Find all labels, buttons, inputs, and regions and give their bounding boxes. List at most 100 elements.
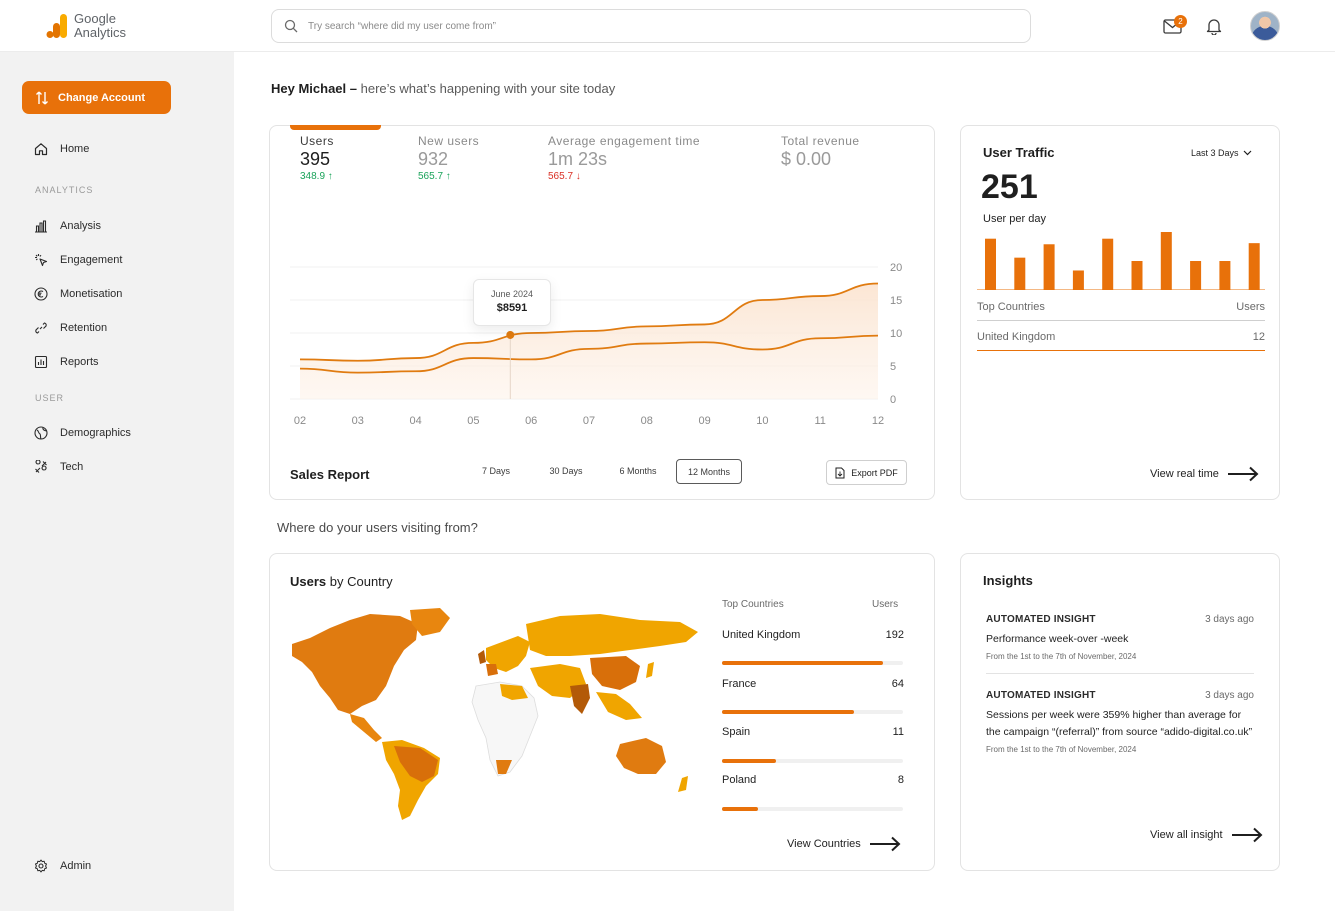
range-dropdown[interactable]: Last 3 Days — [1191, 148, 1252, 158]
sidebar-label-admin: Admin — [60, 860, 92, 872]
search-input[interactable] — [308, 20, 908, 32]
range-12-months[interactable]: 12 Months — [676, 459, 742, 484]
divider — [977, 320, 1265, 321]
greeting: Hey Michael – here’s what’s happening wi… — [271, 81, 615, 96]
metric-label: New users — [418, 134, 480, 148]
map-region-japan — [646, 662, 654, 678]
divider — [977, 350, 1265, 351]
insight-time: 3 days ago — [1205, 690, 1254, 701]
user-traffic-value: 251 — [981, 168, 1038, 206]
visit-question: Where do your users visiting from? — [277, 520, 478, 535]
sidebar-label-analysis: Analysis — [60, 220, 101, 232]
y-tick-label: 20 — [890, 262, 902, 274]
x-tick-label: 06 — [525, 415, 537, 427]
insights-card: Insights AUTOMATED INSIGHT 3 days ago Pe… — [960, 553, 1280, 871]
arrow-right-icon — [869, 836, 901, 852]
traffic-row-country: United Kingdom — [977, 331, 1056, 343]
change-account-button[interactable]: Change Account — [22, 81, 171, 114]
country-row[interactable]: Poland 8 — [722, 774, 904, 786]
users-by-country-title: Users by Country — [290, 574, 393, 589]
user-traffic-card: User Traffic Last 3 Days 251 User per da… — [960, 125, 1280, 500]
metric-value: 395 — [300, 149, 331, 169]
traffic-bar — [985, 238, 996, 290]
link-icon — [35, 322, 47, 334]
view-real-time-link[interactable]: View real time — [1150, 466, 1259, 482]
country-name: Spain — [722, 726, 751, 738]
bell-icon[interactable] — [1206, 17, 1222, 35]
sidebar-item-analysis[interactable]: Analysis — [34, 219, 101, 233]
insight-text: Performance week-over -week — [986, 633, 1129, 645]
sidebar-item-demographics[interactable]: Demographics — [34, 426, 131, 440]
country-row[interactable]: Spain 11 — [722, 726, 904, 738]
sidebar-label-reports: Reports — [60, 356, 99, 368]
insight-time: 3 days ago — [1205, 614, 1254, 625]
section-label-user: USER — [35, 393, 65, 403]
range-7-days[interactable]: 7 Days — [473, 459, 519, 484]
map-region-australia — [616, 738, 666, 774]
traffic-bar — [1072, 270, 1084, 290]
sidebar-label-monetisation: Monetisation — [60, 288, 123, 300]
insight-item[interactable]: AUTOMATED INSIGHT 3 days ago Performance… — [986, 614, 1254, 661]
traffic-col-country: Top Countries — [977, 301, 1045, 313]
sidebar-item-monetisation[interactable]: Monetisation — [34, 287, 122, 301]
view-real-time-label: View real time — [1150, 468, 1219, 480]
metric-value: 932 — [418, 149, 449, 169]
sidebar-item-admin[interactable]: Admin — [34, 859, 91, 873]
sidebar-item-engagement[interactable]: Engagement — [34, 253, 122, 267]
country-row[interactable]: France 64 — [722, 678, 904, 690]
metric-value: 1m 23s — [548, 149, 608, 169]
user-traffic-bar-chart — [977, 232, 1265, 290]
search-bar[interactable] — [271, 9, 1031, 43]
report-icon — [34, 355, 48, 369]
divider — [986, 673, 1254, 674]
metric-new-users[interactable]: New users 932 565.7 ↑ — [418, 134, 479, 182]
view-countries-link[interactable]: View Countries — [787, 836, 901, 852]
country-users: 192 — [885, 629, 904, 641]
metric-engagement-time[interactable]: Average engagement time 1m 23s 565.7 ↓ — [548, 134, 700, 182]
metric-users[interactable]: Users 395 348.9 ↑ — [300, 134, 334, 182]
traffic-table-row[interactable]: United Kingdom 12 — [977, 331, 1265, 343]
x-tick-label: 02 — [294, 415, 306, 427]
traffic-bar — [1160, 232, 1172, 290]
x-tick-label: 07 — [583, 415, 595, 427]
insight-item[interactable]: AUTOMATED INSIGHT 3 days ago Sessions pe… — [986, 690, 1254, 754]
sidebar-item-reports[interactable]: Reports — [34, 355, 99, 369]
avatar[interactable] — [1250, 11, 1280, 41]
sidebar-label-tech: Tech — [60, 461, 84, 473]
swap-icon — [36, 91, 48, 104]
country-share-bar — [722, 661, 903, 665]
range-30-days[interactable]: 30 Days — [542, 459, 590, 484]
traffic-bar — [1131, 261, 1143, 290]
range-dropdown-label: Last 3 Days — [1191, 148, 1239, 158]
export-pdf-button[interactable]: Export PDF — [826, 460, 907, 485]
y-tick-label: 0 — [890, 394, 896, 406]
view-all-insight-label: View all insight — [1150, 829, 1223, 841]
x-tick-label: 11 — [814, 415, 825, 427]
view-all-insight-link[interactable]: View all insight — [1150, 827, 1263, 843]
map-region-china — [590, 656, 640, 690]
logo[interactable]: Google Analytics — [46, 12, 126, 40]
x-tick-label: 05 — [467, 415, 479, 427]
sidebar-item-retention[interactable]: Retention — [34, 321, 107, 335]
metric-change: 565.7 ↑ — [418, 171, 451, 182]
y-tick-label: 5 — [890, 361, 896, 373]
top-bar: Google Analytics 2 — [0, 0, 1335, 52]
country-share-bar — [722, 710, 903, 714]
logo-line-2: Analytics — [74, 25, 127, 40]
traffic-bar — [1102, 238, 1114, 290]
x-tick-label: 12 — [872, 415, 884, 427]
sidebar-item-tech[interactable]: Tech — [34, 460, 83, 474]
view-countries-label: View Countries — [787, 838, 861, 850]
sidebar-item-home[interactable]: Home — [34, 142, 89, 156]
user-traffic-title: User Traffic — [983, 145, 1055, 160]
metric-total-revenue[interactable]: Total revenue $ 0.00 — [781, 134, 860, 170]
world-map — [292, 608, 698, 820]
x-tick-label: 10 — [756, 415, 768, 427]
arrow-right-icon — [1231, 827, 1263, 843]
document-icon — [835, 467, 845, 478]
insight-kind: AUTOMATED INSIGHT — [986, 690, 1096, 701]
country-row[interactable]: United Kingdom 192 — [722, 629, 904, 641]
map-region-russia — [526, 614, 698, 656]
country-name: Poland — [722, 774, 757, 786]
range-6-months[interactable]: 6 Months — [613, 459, 663, 484]
